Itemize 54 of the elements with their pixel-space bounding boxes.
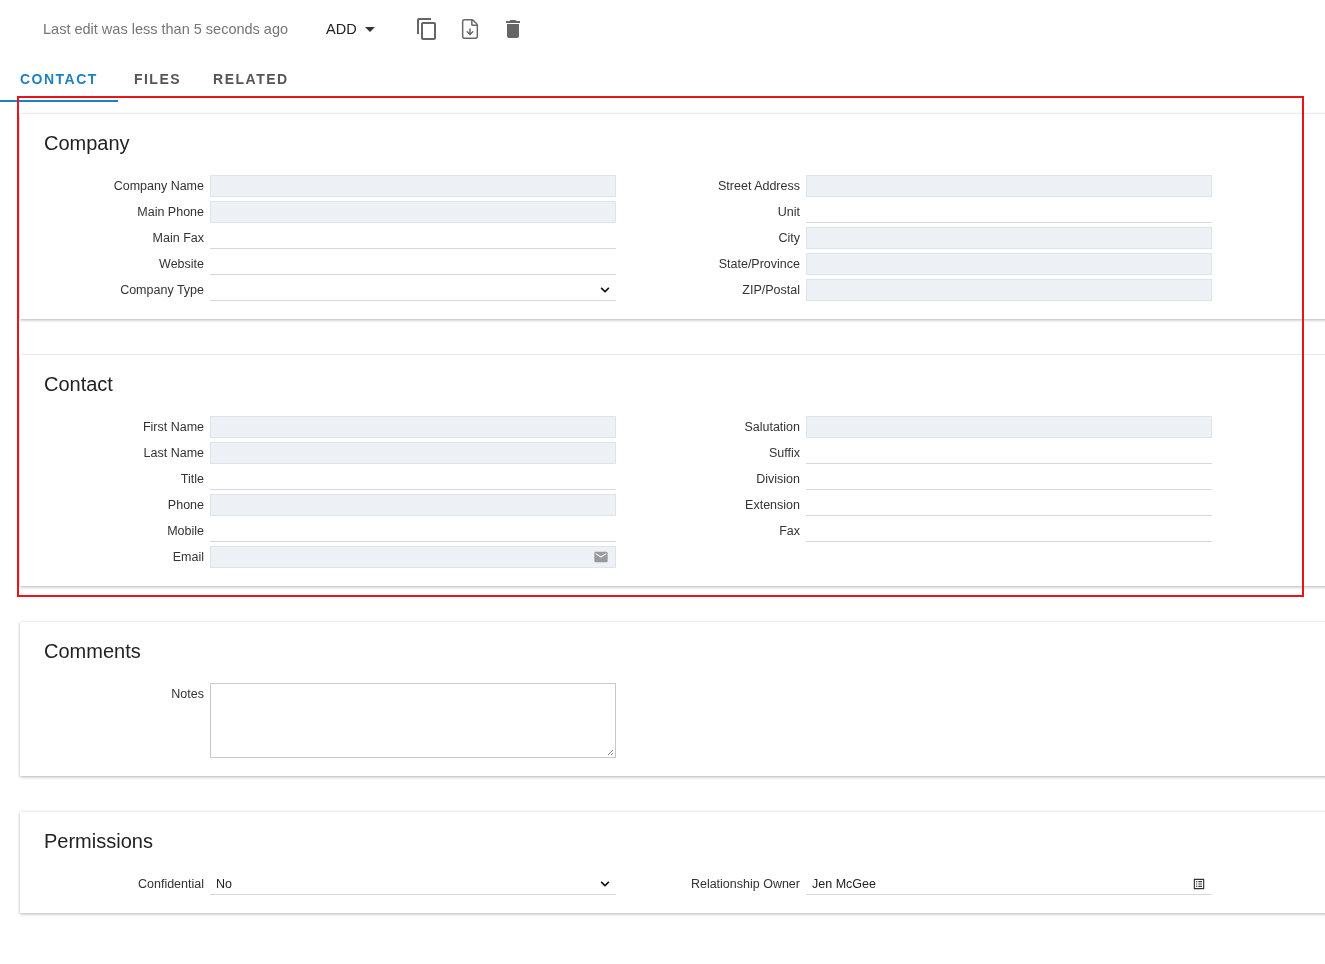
field-label: City [777,231,800,245]
chevron-icon [600,878,610,889]
section-title: Company [44,132,131,155]
lookup-field[interactable]: Jen McGee [806,873,1212,895]
field-label: Title [179,472,204,486]
field-label: Confidential [137,877,204,891]
input-field[interactable] [806,253,1212,275]
field-label: Last Name [142,446,204,460]
add-button[interactable]: ADD [326,21,375,37]
list-icon [1192,876,1206,891]
field-label: Relationship Owner [689,877,800,891]
chevron-icon [600,284,610,295]
field-label: Salutation [743,420,800,434]
field-label: Fax [778,524,800,538]
field-label: Division [755,472,800,486]
input-field[interactable] [210,442,616,464]
mail-icon [593,549,609,565]
tab[interactable]: FILES [117,58,198,102]
tab[interactable]: RELATED [197,58,305,102]
last-edit-status: Last edit was less than 5 seconds ago [43,21,290,37]
resize-grip-icon [607,749,614,756]
input-field[interactable] [806,416,1212,438]
field-label: Extension [744,498,800,512]
input-field[interactable] [210,546,616,568]
copy-button[interactable] [414,17,439,41]
input-field[interactable] [806,175,1212,197]
input-field[interactable] [806,227,1212,249]
field-label: State/Province [717,257,800,271]
field-label: Company Name [112,179,204,193]
field-label: Notes [170,686,204,701]
field-label: Email [171,550,204,564]
section-title: Permissions [44,830,154,853]
tab[interactable]: CONTACT [0,58,118,102]
caret-icon [364,26,375,32]
input-field[interactable] [210,201,616,223]
dropdown-field[interactable]: No [210,873,616,895]
section-title: Contact [44,373,114,396]
input-field[interactable] [210,416,616,438]
input-field[interactable] [210,175,616,197]
text-area[interactable] [210,683,616,758]
field-label: Main Fax [151,231,204,245]
field-label: Website [158,257,204,271]
field-label: Street Address [717,179,800,193]
field-label: Main Phone [136,205,204,219]
field-label: Phone [166,498,204,512]
field-label: First Name [141,420,204,434]
input-field[interactable] [806,279,1212,301]
field-label: Unit [776,205,800,219]
field-label: Mobile [166,524,204,538]
field-label: ZIP/Postal [741,283,800,297]
input-field[interactable] [210,494,616,516]
field-label: Company Type [119,283,204,297]
section-title: Comments [44,640,142,663]
field-label: Suffix [767,446,800,460]
